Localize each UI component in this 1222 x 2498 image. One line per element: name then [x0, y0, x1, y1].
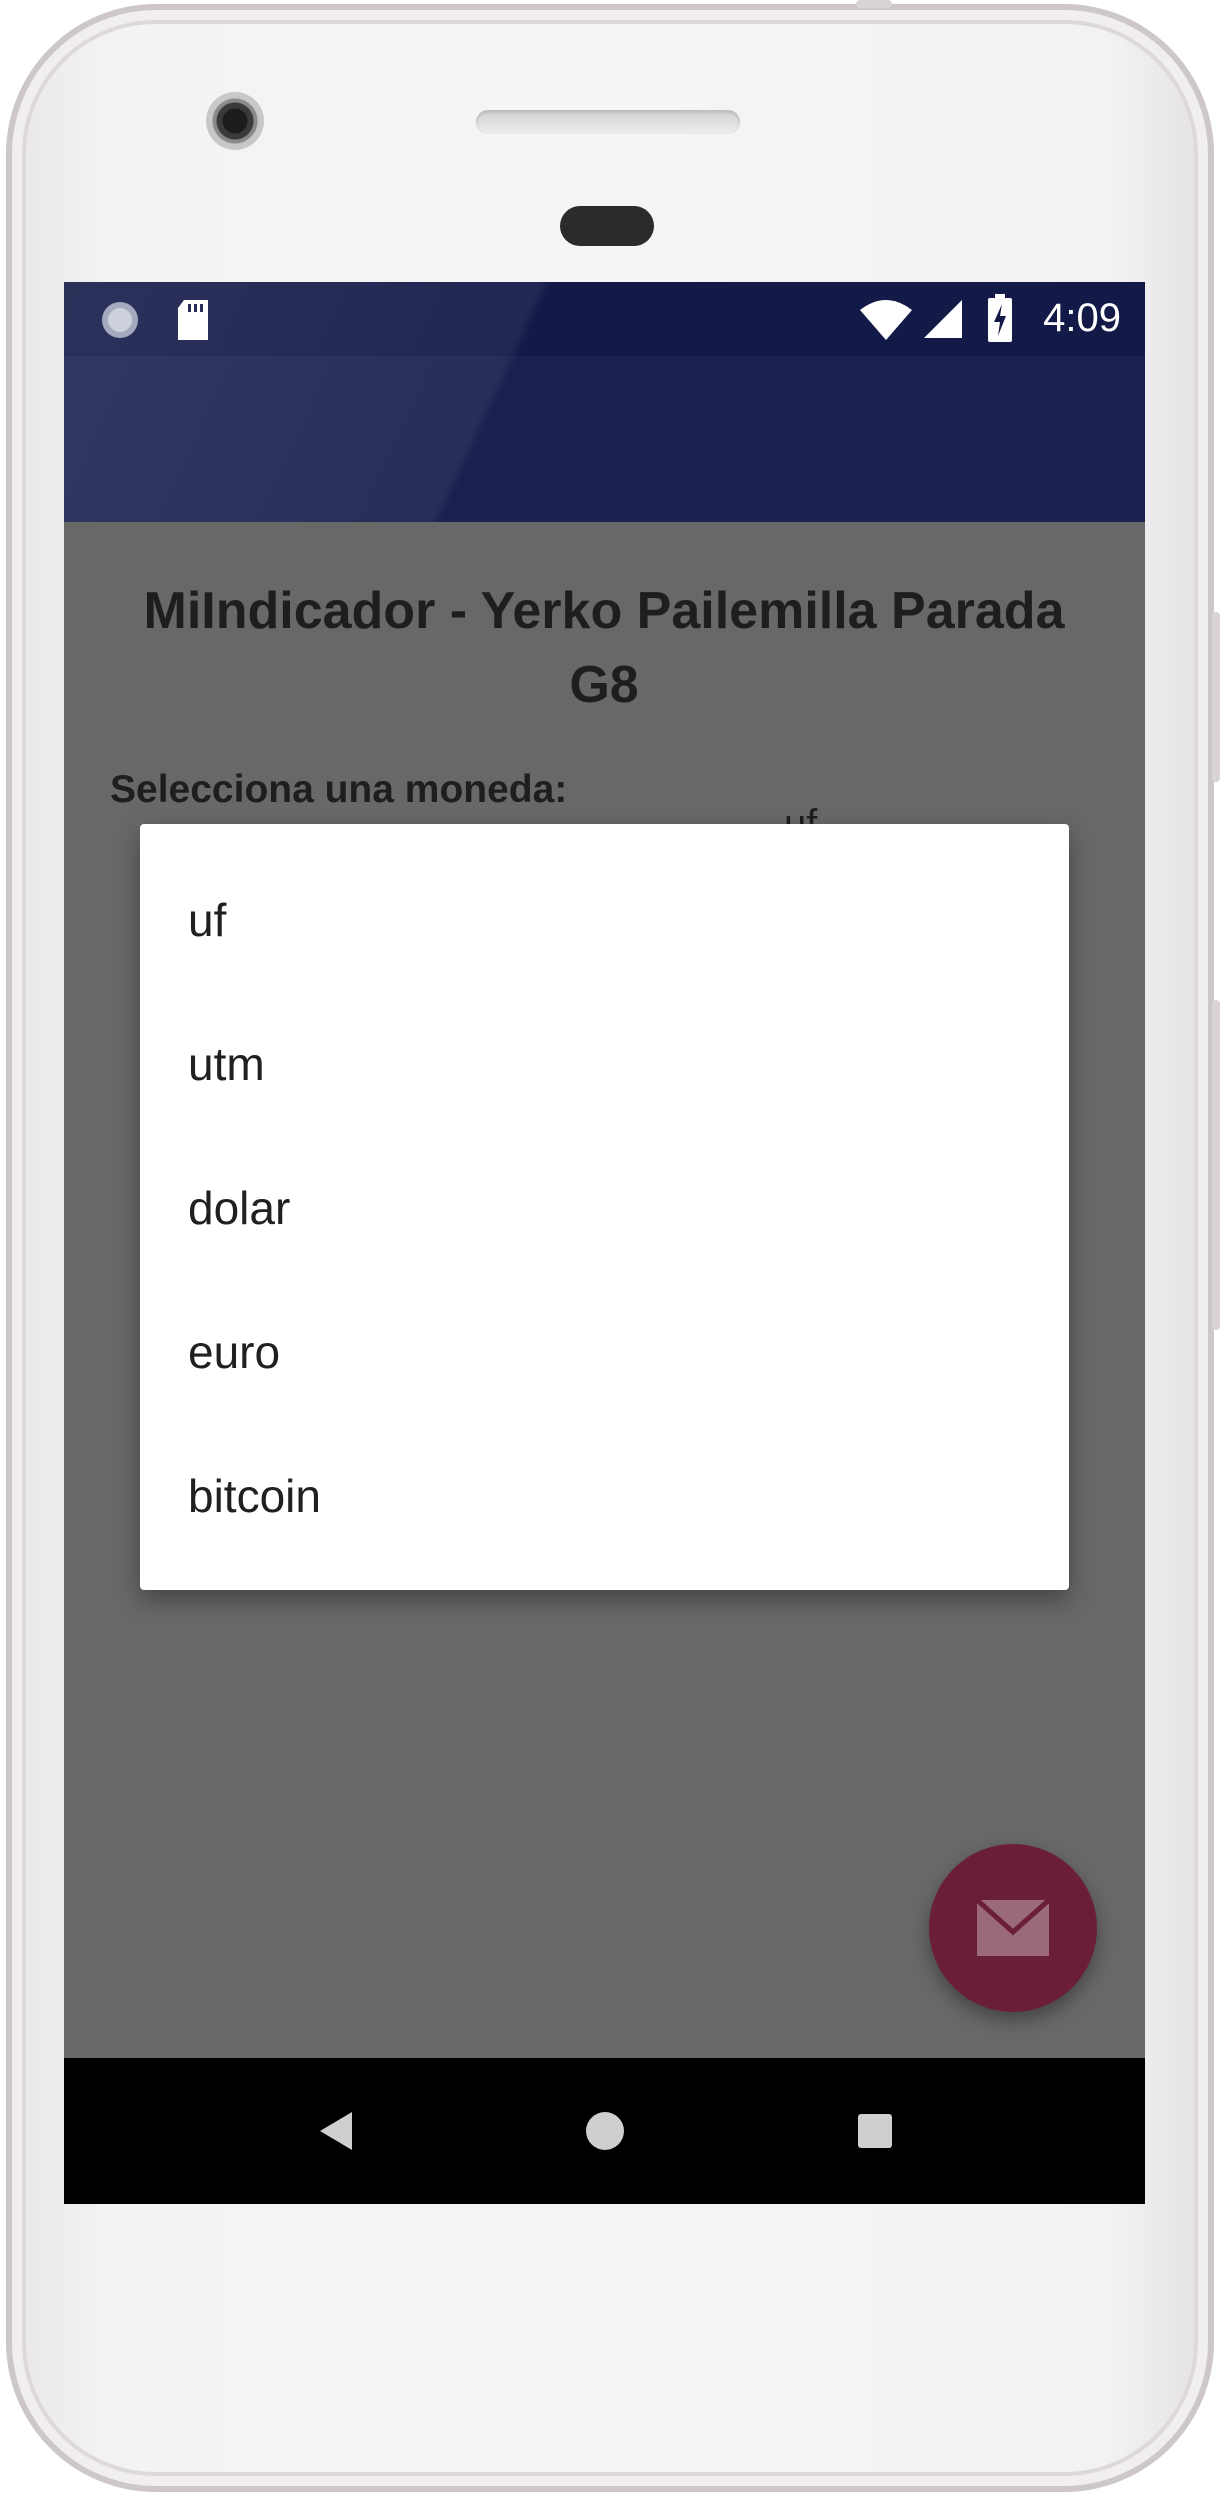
- sd-card-icon: [178, 300, 208, 340]
- status-time: 4:09: [1043, 296, 1121, 340]
- earpiece-speaker: [476, 110, 740, 134]
- dropdown-item-euro[interactable]: euro: [188, 1322, 280, 1382]
- dropdown-item-utm[interactable]: utm: [188, 1034, 265, 1094]
- currency-prompt-label: Selecciona una moneda:: [110, 768, 568, 811]
- navigation-bar: [64, 2058, 1145, 2204]
- back-icon[interactable]: [314, 2108, 358, 2154]
- dropdown-item-dolar[interactable]: dolar: [188, 1178, 290, 1238]
- front-camera: [206, 92, 264, 150]
- status-bar: 4:09: [64, 282, 1145, 356]
- mail-icon: [975, 1898, 1051, 1956]
- wifi-icon: [860, 300, 912, 340]
- recents-icon[interactable]: [856, 2112, 894, 2150]
- dropdown-item-uf[interactable]: uf: [188, 890, 226, 950]
- app-bar: [64, 356, 1145, 522]
- home-icon[interactable]: [584, 2110, 626, 2152]
- cellular-signal-icon: [924, 300, 962, 338]
- currency-dropdown: uf utm dolar euro bitcoin: [140, 824, 1069, 1590]
- power-button: [1212, 612, 1220, 782]
- dropdown-item-bitcoin[interactable]: bitcoin: [188, 1466, 321, 1526]
- volume-button: [1212, 1000, 1220, 1330]
- proximity-sensor: [560, 206, 654, 246]
- page-title: MiIndicador - Yerko Pailemilla Parada G8: [143, 582, 1065, 714]
- device-screen: 4:09 MiIndicador - Yerko Pailemilla Para…: [64, 282, 1145, 2204]
- top-edge-button: [856, 0, 892, 8]
- battery-charging-icon: [988, 294, 1012, 342]
- sync-icon: [102, 302, 138, 338]
- mail-fab-button[interactable]: [929, 1844, 1097, 2012]
